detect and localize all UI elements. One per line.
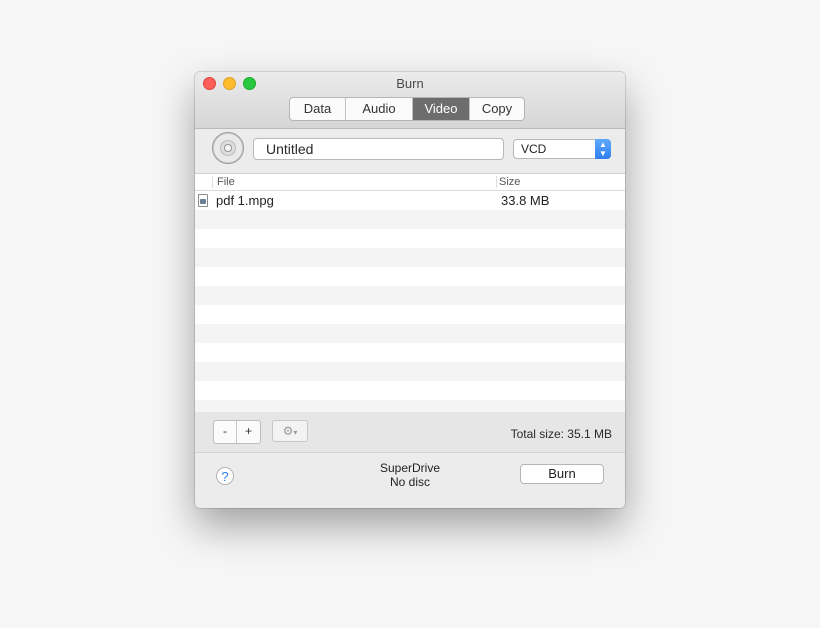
- empty-row: [195, 305, 625, 324]
- chevron-down-icon: ▾: [293, 428, 298, 437]
- list-toolbar: - + ⚙▾ Total size: 35.1 MB: [195, 412, 625, 452]
- add-button[interactable]: +: [237, 421, 260, 443]
- empty-row: [195, 229, 625, 248]
- empty-row: [195, 343, 625, 362]
- table-header: File Size: [195, 174, 625, 191]
- column-header-size[interactable]: Size: [499, 176, 520, 188]
- tab-copy[interactable]: Copy: [470, 98, 524, 120]
- empty-row: [195, 286, 625, 305]
- tab-audio[interactable]: Audio: [346, 98, 413, 120]
- table-rows: pdf 1.mpg 33.8 MB: [195, 191, 625, 419]
- empty-row: [195, 267, 625, 286]
- titlebar: Burn Data Audio Video Copy: [195, 72, 625, 129]
- empty-row: [195, 324, 625, 343]
- file-name: pdf 1.mpg: [216, 193, 274, 208]
- column-header-file[interactable]: File: [217, 176, 235, 188]
- window-title: Burn: [396, 76, 424, 91]
- select-arrows-icon: ▲ ▼: [595, 139, 611, 159]
- empty-row: [195, 248, 625, 267]
- file-size: 33.8 MB: [501, 193, 550, 208]
- total-size: Total size: 35.1 MB: [510, 427, 612, 441]
- video-file-icon: [198, 194, 208, 207]
- footer: ? SuperDrive No disc Burn: [195, 452, 625, 508]
- format-select[interactable]: VCD ▲ ▼: [513, 139, 611, 159]
- burn-button[interactable]: Burn: [520, 464, 604, 484]
- empty-row: [195, 381, 625, 400]
- action-menu-button[interactable]: ⚙▾: [272, 420, 308, 442]
- empty-row: [195, 362, 625, 381]
- disc-icon: [212, 132, 244, 164]
- empty-row: [195, 210, 625, 229]
- table-row[interactable]: pdf 1.mpg 33.8 MB: [195, 191, 625, 210]
- add-remove-control: - +: [213, 420, 261, 444]
- gear-icon: ⚙: [282, 424, 294, 438]
- mode-tabs: Data Audio Video Copy: [289, 97, 525, 121]
- column-divider: [212, 176, 213, 188]
- format-select-value: VCD: [521, 142, 547, 156]
- file-table: File Size pdf 1.mpg 33.8 MB: [195, 173, 625, 419]
- disc-name-input[interactable]: [253, 138, 504, 160]
- burn-window: Burn Data Audio Video Copy VCD ▲▼ File S…: [195, 72, 625, 508]
- tab-data[interactable]: Data: [290, 98, 346, 120]
- remove-button[interactable]: -: [214, 421, 237, 443]
- column-divider: [496, 176, 497, 188]
- tab-video[interactable]: Video: [413, 98, 470, 120]
